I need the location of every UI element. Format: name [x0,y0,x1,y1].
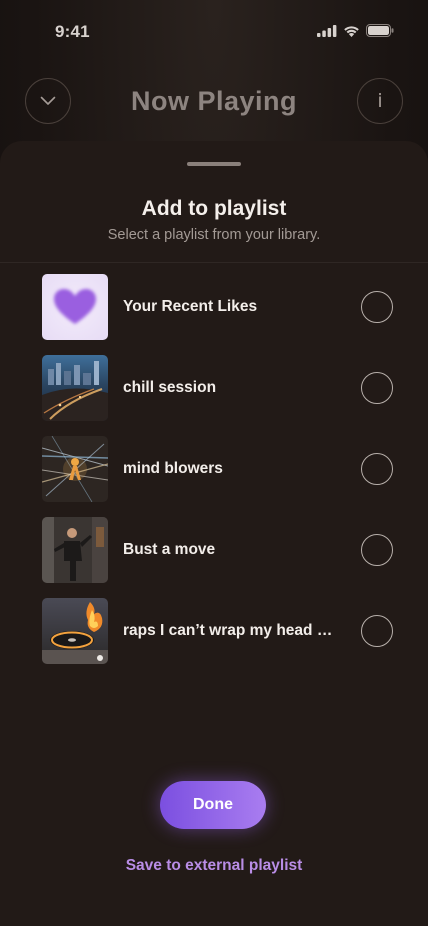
playlist-select-radio[interactable] [361,372,393,404]
playlist-thumbnail [42,273,108,340]
playlist-name: Bust a move [123,540,216,558]
playlist-item-raps[interactable]: raps I can’t wrap my head around [42,597,393,664]
playlist-thumbnail [42,354,108,421]
save-to-external-playlist-link[interactable]: Save to external playlist [0,857,428,875]
playlist-select-radio[interactable] [361,534,393,566]
playlist-name: Your Recent Likes [123,297,258,315]
now-playing-screen: 9:41 Now Playing i Add to playlist Selec… [0,0,428,926]
playlist-item-bust-a-move[interactable]: Bust a move [42,516,393,583]
playlist-thumbnail [42,597,108,664]
status-bar: 9:41 [0,0,428,60]
playlist-item-recent-likes[interactable]: Your Recent Likes [42,273,393,340]
sheet-grabber-handle[interactable] [187,162,241,166]
page-title: Now Playing [130,86,298,116]
now-playing-header: Now Playing i [25,78,403,126]
add-to-playlist-sheet: Add to playlist Select a playlist from y… [0,141,428,926]
wifi-icon [344,25,359,37]
status-icons [317,24,394,37]
playlist-select-radio[interactable] [361,291,393,323]
battery-icon [366,24,394,37]
cellular-signal-icon [317,24,337,37]
light-trails-image [42,435,108,502]
status-time: 9:41 [55,22,90,41]
playlist-name: chill session [123,378,217,396]
playlist-select-radio[interactable] [361,453,393,485]
sheet-subtitle: Select a playlist from your library. [107,227,321,243]
playlist-thumbnail [42,516,108,583]
heart-icon [42,273,108,340]
info-icon: i [377,90,383,112]
city-night-image [42,354,108,421]
playlist-name: raps I can’t wrap my head around [123,621,335,639]
playlist-list: Your Recent Likes chill session mind blo… [42,273,393,679]
playlist-item-mind-blowers[interactable]: mind blowers [42,435,393,502]
playlist-item-chill-session[interactable]: chill session [42,354,393,421]
done-button[interactable]: Done [160,781,266,829]
playlist-name: mind blowers [123,459,223,477]
playlist-select-radio[interactable] [361,615,393,647]
dancer-image [42,516,108,583]
sheet-title: Add to playlist [141,197,287,220]
fire-turntable-image [42,597,108,664]
sheet-header: Add to playlist Select a playlist from y… [0,141,428,263]
info-button[interactable]: i [357,78,403,124]
playlist-thumbnail [42,435,108,502]
